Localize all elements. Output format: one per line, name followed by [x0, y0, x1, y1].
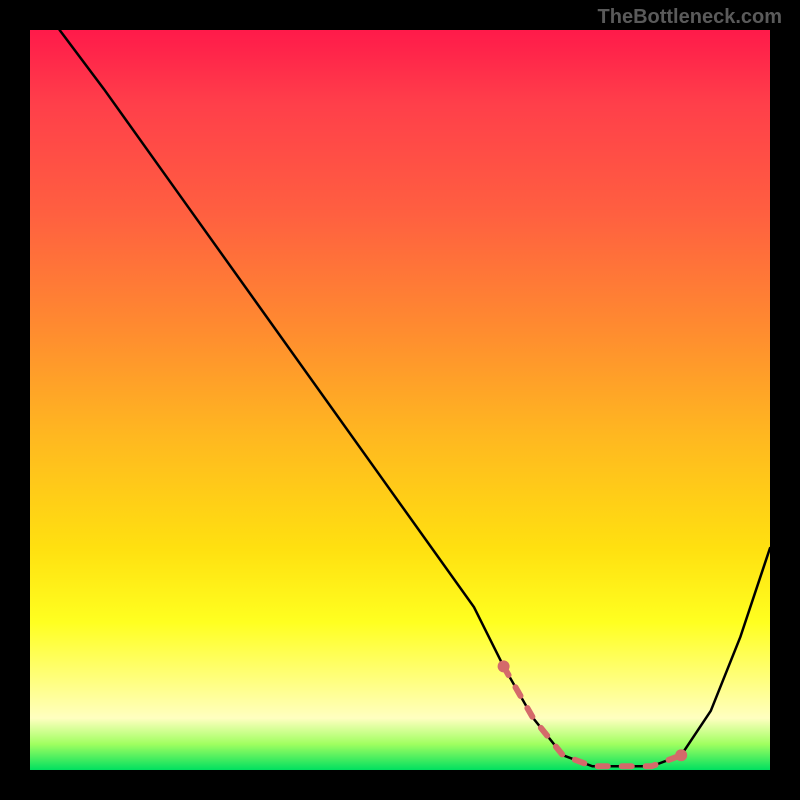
- chart-container: TheBottleneck.com: [0, 0, 800, 800]
- dotted-segment: [498, 660, 688, 766]
- chart-svg: [30, 30, 770, 770]
- watermark-text: TheBottleneck.com: [598, 6, 782, 29]
- plot-area: [30, 30, 770, 770]
- bottleneck-curve: [60, 30, 770, 766]
